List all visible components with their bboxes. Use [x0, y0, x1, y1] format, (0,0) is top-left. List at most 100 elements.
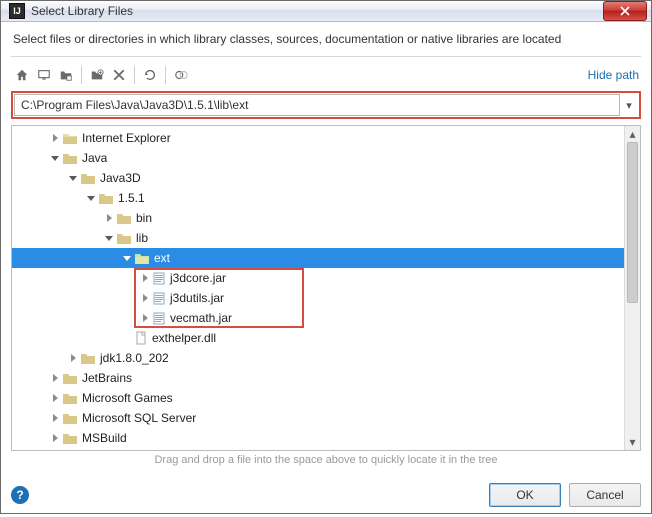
tree-item[interactable]: Microsoft SQL Server [12, 408, 640, 428]
folder-icon [116, 211, 132, 225]
file-tree[interactable]: Internet Explorer Java Java3D 1.5.1 [11, 125, 641, 451]
tree-label: MSBuild [78, 431, 127, 445]
cancel-button[interactable]: Cancel [569, 483, 641, 507]
tree-label: j3dutils.jar [166, 291, 224, 305]
jar-icon [152, 291, 166, 305]
help-button[interactable]: ? [11, 486, 29, 504]
tree-item[interactable]: bin [12, 208, 640, 228]
folder-icon [62, 151, 78, 165]
home-button[interactable] [11, 64, 33, 86]
file-icon [134, 331, 148, 345]
description-text: Select files or directories in which lib… [11, 30, 641, 56]
chevron-right-icon[interactable] [102, 211, 116, 225]
dialog-window: IJ Select Library Files Select files or … [0, 0, 652, 514]
chevron-right-icon[interactable] [48, 391, 62, 405]
chevron-down-icon[interactable] [48, 151, 62, 165]
toolbar: Hide path [11, 63, 641, 87]
tree-item[interactable]: 1.5.1 [12, 188, 640, 208]
footer: ? OK Cancel [1, 477, 651, 517]
separator [134, 66, 135, 84]
close-button[interactable] [603, 1, 647, 21]
window-title: Select Library Files [31, 4, 603, 18]
tree-label: Java [78, 151, 107, 165]
tree-label: JetBrains [78, 371, 132, 385]
chevron-down-icon[interactable] [102, 231, 116, 245]
chevron-right-icon[interactable] [138, 291, 152, 305]
project-button[interactable] [55, 64, 77, 86]
tree-item[interactable]: Microsoft Games [12, 388, 640, 408]
folder-icon [62, 431, 78, 445]
chevron-down-icon[interactable] [66, 171, 80, 185]
tree-item[interactable]: j3dutils.jar [12, 288, 640, 308]
delete-button[interactable] [108, 64, 130, 86]
path-history-dropdown[interactable]: ▾ [620, 99, 638, 112]
tree-item[interactable]: Java [12, 148, 640, 168]
chevron-right-icon[interactable] [66, 351, 80, 365]
desktop-button[interactable] [33, 64, 55, 86]
chevron-down-icon[interactable] [84, 191, 98, 205]
tree-label: 1.5.1 [114, 191, 145, 205]
ok-button[interactable]: OK [489, 483, 561, 507]
separator [165, 66, 166, 84]
chevron-right-icon[interactable] [48, 411, 62, 425]
hide-path-link[interactable]: Hide path [588, 68, 641, 82]
tree-label: Microsoft Games [78, 391, 173, 405]
ok-label: OK [516, 488, 533, 502]
folder-open-icon [134, 251, 150, 265]
chevron-right-icon[interactable] [138, 271, 152, 285]
divider [11, 56, 641, 57]
scroll-thumb[interactable] [627, 142, 638, 303]
chevron-right-icon[interactable] [48, 131, 62, 145]
scroll-up-button[interactable]: ▴ [625, 126, 640, 142]
tree-label: j3dcore.jar [166, 271, 226, 285]
cancel-label: Cancel [586, 488, 623, 502]
chevron-down-icon[interactable] [120, 251, 134, 265]
spacer-icon [120, 331, 134, 345]
scroll-track[interactable] [625, 142, 640, 434]
project-folder-icon [59, 68, 73, 82]
show-hidden-icon [174, 68, 188, 82]
tree-item[interactable]: JetBrains [12, 368, 640, 388]
close-icon [620, 6, 630, 16]
chevron-right-icon[interactable] [48, 431, 62, 445]
tree-label: vecmath.jar [166, 311, 232, 325]
tree-label: ext [150, 251, 170, 265]
scroll-down-button[interactable]: ▾ [625, 434, 640, 450]
titlebar[interactable]: IJ Select Library Files [1, 1, 651, 22]
tree-item[interactable]: Internet Explorer [12, 128, 640, 148]
tree-item[interactable]: vecmath.jar [12, 308, 640, 328]
tree-label: Internet Explorer [78, 131, 171, 145]
folder-icon [62, 411, 78, 425]
new-folder-button[interactable] [86, 64, 108, 86]
chevron-right-icon[interactable] [48, 371, 62, 385]
tree-item[interactable]: j3dcore.jar [12, 268, 640, 288]
tree-label: bin [132, 211, 152, 225]
tree-label: exthelper.dll [148, 331, 216, 345]
tree-item[interactable]: jdk1.8.0_202 [12, 348, 640, 368]
home-icon [15, 68, 29, 82]
content-area: Select files or directories in which lib… [1, 22, 651, 477]
refresh-button[interactable] [139, 64, 161, 86]
scrollbar-vertical[interactable]: ▴ ▾ [624, 126, 640, 450]
tree-item[interactable]: lib [12, 228, 640, 248]
app-icon: IJ [9, 3, 25, 19]
delete-icon [113, 69, 125, 81]
tree-item[interactable]: Java3D [12, 168, 640, 188]
path-highlight: ▾ [11, 91, 641, 119]
new-folder-icon [90, 68, 104, 82]
desktop-icon [37, 68, 51, 82]
chevron-right-icon[interactable] [138, 311, 152, 325]
folder-icon [62, 391, 78, 405]
drag-drop-hint: Drag and drop a file into the space abov… [11, 450, 641, 471]
folder-icon [80, 171, 96, 185]
tree-item-selected[interactable]: ext [12, 248, 640, 268]
jar-icon [152, 271, 166, 285]
path-input[interactable] [14, 94, 620, 116]
tree-item[interactable]: exthelper.dll [12, 328, 640, 348]
tree-item[interactable]: MSBuild [12, 428, 640, 448]
folder-icon [62, 131, 78, 145]
folder-icon [62, 371, 78, 385]
jar-icon [152, 311, 166, 325]
show-hidden-button[interactable] [170, 64, 192, 86]
tree-label: jdk1.8.0_202 [96, 351, 169, 365]
